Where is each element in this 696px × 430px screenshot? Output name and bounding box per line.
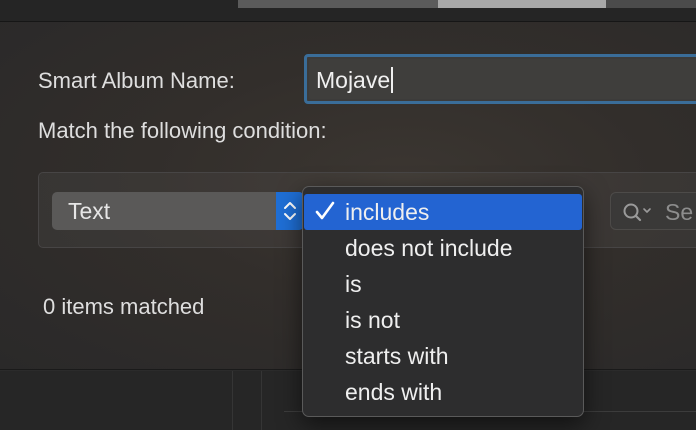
name-field-value: Mojave xyxy=(316,67,391,93)
operator-dropdown-menu: includes does not include is is not star… xyxy=(302,186,584,417)
checkmark-icon xyxy=(314,199,336,229)
menu-item-does-not-include[interactable]: does not include xyxy=(304,230,582,266)
smart-album-name-field[interactable]: Mojave xyxy=(304,54,696,104)
menu-item-label: includes xyxy=(345,199,430,225)
field-popup-label: Text xyxy=(68,198,111,224)
toolbar-segment xyxy=(438,0,606,8)
menu-item-label: starts with xyxy=(345,343,449,369)
search-placeholder: Se xyxy=(665,199,694,225)
menu-item-includes[interactable]: includes xyxy=(304,194,582,230)
menu-item-label: is xyxy=(345,271,362,297)
divider xyxy=(261,371,262,430)
text-caret xyxy=(391,67,394,93)
toolbar-segment xyxy=(606,0,696,8)
match-condition-label: Match the following condition: xyxy=(38,118,327,143)
menu-item-is[interactable]: is xyxy=(304,266,582,302)
search-icon xyxy=(622,202,656,227)
name-field-value-wrap: Mojave xyxy=(316,67,394,94)
menu-item-label: is not xyxy=(345,307,400,333)
menu-item-ends-with[interactable]: ends with xyxy=(304,374,582,410)
smart-album-name-label: Smart Album Name: xyxy=(38,68,235,93)
items-matched-count: 0 items matched xyxy=(43,294,205,319)
menu-item-starts-with[interactable]: starts with xyxy=(304,338,582,374)
menu-item-label: ends with xyxy=(345,379,443,405)
field-popup-button[interactable]: Text xyxy=(52,192,304,230)
divider xyxy=(232,371,233,430)
menu-item-label: does not include xyxy=(345,235,513,261)
background-window-toolbar xyxy=(0,0,696,22)
partially-hidden-heading xyxy=(290,423,420,430)
chevron-up-down-icon xyxy=(276,192,304,230)
menu-item-is-not[interactable]: is not xyxy=(304,302,582,338)
condition-value-search-field[interactable]: Se xyxy=(610,192,696,230)
toolbar-segment xyxy=(238,0,438,8)
